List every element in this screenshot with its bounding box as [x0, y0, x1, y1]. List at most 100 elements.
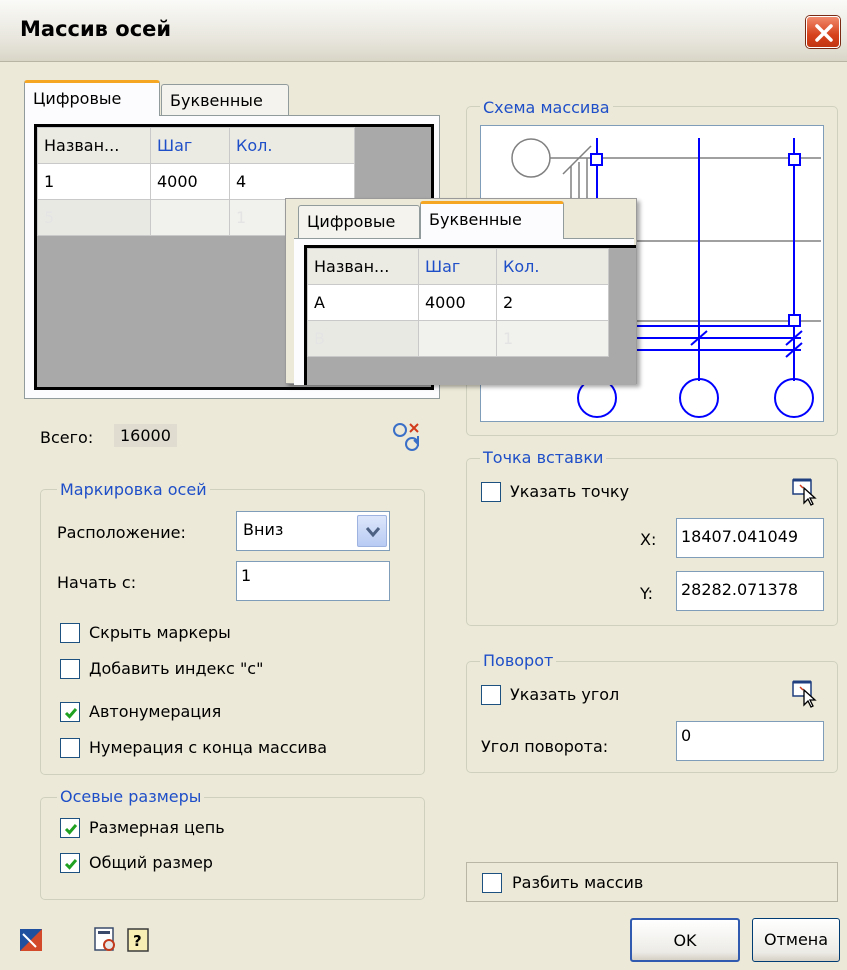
angle-label: Угол поворота: — [481, 737, 609, 756]
cancel-button[interactable]: Отмена — [752, 918, 840, 962]
chain-checkbox[interactable] — [60, 818, 80, 838]
col-header-name[interactable]: Назван... — [307, 248, 419, 285]
cell-count[interactable]: 2 — [496, 284, 609, 321]
dropdown-button[interactable] — [357, 515, 387, 547]
help-icon: ? — [127, 928, 149, 952]
style-button[interactable] — [18, 926, 46, 954]
title-bar[interactable]: Массив осей — [0, 0, 847, 62]
tab-letters-label: Буквенные — [170, 91, 263, 110]
dims-group — [40, 797, 425, 900]
marking-title: Маркировка осей — [57, 480, 210, 499]
cell-name[interactable]: 1 — [37, 163, 151, 200]
position-label: Расположение: — [57, 523, 186, 542]
cell-count[interactable]: 1 — [496, 320, 609, 357]
number-from-end-label: Нумерация с конца массива — [89, 738, 328, 757]
add-index-label: Добавить индекс "с" — [89, 659, 264, 678]
add-index-checkbox[interactable] — [60, 659, 80, 679]
overall-checkbox[interactable] — [60, 853, 80, 873]
tab-letters[interactable]: Буквенные — [161, 84, 289, 116]
letters-grid[interactable]: Назван... Шаг Кол. А 4000 2 В 1 — [304, 245, 636, 385]
overlay-tab-digits-label: Цифровые — [307, 212, 396, 231]
cell-count[interactable]: 4 — [229, 163, 355, 200]
position-select[interactable]: Вниз — [236, 511, 390, 551]
ok-label: OK — [673, 931, 697, 950]
y-value: 28282.071378 — [681, 580, 799, 599]
tab-digits-label: Цифровые — [33, 89, 122, 108]
x-input[interactable]: 18407.041049 — [676, 518, 824, 558]
checkmark-icon — [64, 859, 78, 870]
rotation-title: Поворот — [480, 651, 557, 670]
col-header-count[interactable]: Кол. — [229, 127, 355, 164]
y-input[interactable]: 28282.071378 — [676, 571, 824, 611]
tab-digits[interactable]: Цифровые — [24, 80, 160, 116]
table-header-row: Назван... Шаг Кол. — [37, 127, 355, 164]
help-button[interactable]: ? — [124, 926, 152, 954]
overlay-tab-letters-label: Буквенные — [429, 210, 522, 229]
overlay-tab-letters[interactable]: Буквенные — [420, 201, 564, 239]
pick-point-button[interactable] — [790, 476, 822, 508]
axis-style-icon — [20, 929, 42, 951]
cell-step[interactable]: 4000 — [418, 284, 497, 321]
chevron-down-icon — [365, 527, 381, 538]
checkmark-icon — [64, 708, 78, 719]
table-row: А 4000 2 — [307, 284, 609, 321]
pick-cursor-icon — [792, 680, 817, 708]
start-input[interactable]: 1 — [236, 561, 390, 601]
number-from-end-checkbox[interactable] — [60, 738, 80, 758]
col-header-name[interactable]: Назван... — [37, 127, 151, 164]
table-row-new: В 1 — [307, 320, 609, 357]
total-value: 16000 — [114, 424, 177, 447]
pick-angle-checkbox[interactable] — [481, 685, 501, 705]
cell-step[interactable] — [150, 199, 230, 236]
close-button[interactable] — [806, 16, 840, 48]
start-label: Начать с: — [57, 573, 137, 592]
dialog-window: Массив осей Цифровые Буквенные Назван...… — [0, 0, 847, 970]
svg-text:?: ? — [133, 932, 142, 950]
hide-markers-checkbox[interactable] — [60, 623, 80, 643]
window-title: Массив осей — [20, 17, 172, 41]
checkmark-icon — [64, 824, 78, 835]
overall-label: Общий размер — [89, 853, 213, 872]
col-header-step[interactable]: Шаг — [418, 248, 497, 285]
dims-title: Осевые размеры — [57, 787, 205, 806]
pick-angle-label: Указать угол — [510, 685, 620, 704]
table-header-row: Назван... Шаг Кол. — [307, 248, 609, 285]
insert-title: Точка вставки — [480, 448, 607, 467]
cell-name[interactable]: 5 — [37, 199, 151, 236]
cancel-label: Отмена — [763, 930, 829, 949]
hide-markers-label: Скрыть маркеры — [89, 623, 231, 642]
col-header-step[interactable]: Шаг — [150, 127, 230, 164]
angle-input[interactable]: 0 — [676, 721, 824, 761]
ok-button[interactable]: OK — [630, 918, 740, 962]
overlay-tab-digits[interactable]: Цифровые — [298, 205, 420, 239]
pick-angle-button[interactable] — [790, 678, 822, 710]
cell-name[interactable]: А — [307, 284, 419, 321]
total-label: Всего: — [40, 428, 94, 447]
settings-icon — [94, 927, 115, 951]
pick-cursor-icon — [792, 478, 817, 506]
swap-icon — [393, 423, 419, 451]
autonumber-label: Автонумерация — [89, 702, 222, 721]
letters-table: Назван... Шаг Кол. А 4000 2 В 1 — [307, 248, 609, 357]
cell-step[interactable]: 4000 — [150, 163, 230, 200]
start-value: 1 — [241, 566, 252, 585]
close-icon — [815, 24, 833, 42]
settings-button[interactable] — [92, 926, 120, 954]
cell-name[interactable]: В — [307, 320, 419, 357]
explode-label: Разбить массив — [512, 873, 644, 892]
swap-button[interactable] — [388, 418, 428, 454]
col-header-count[interactable]: Кол. — [496, 248, 609, 285]
position-value: Вниз — [243, 520, 284, 539]
pick-point-label: Указать точку — [510, 482, 630, 501]
explode-checkbox[interactable] — [482, 873, 502, 893]
pick-point-checkbox[interactable] — [481, 482, 501, 502]
scheme-title: Схема массива — [480, 98, 613, 117]
cell-step[interactable] — [418, 320, 497, 357]
chain-label: Размерная цепь — [89, 818, 225, 837]
y-label: Y: — [640, 584, 654, 603]
x-label: X: — [640, 530, 657, 549]
letters-tab-preview: Цифровые Буквенные Назван... Шаг Кол. А … — [285, 198, 637, 385]
table-row: 1 4000 4 — [37, 163, 355, 200]
autonumber-checkbox[interactable] — [60, 702, 80, 722]
angle-value: 0 — [681, 726, 692, 745]
